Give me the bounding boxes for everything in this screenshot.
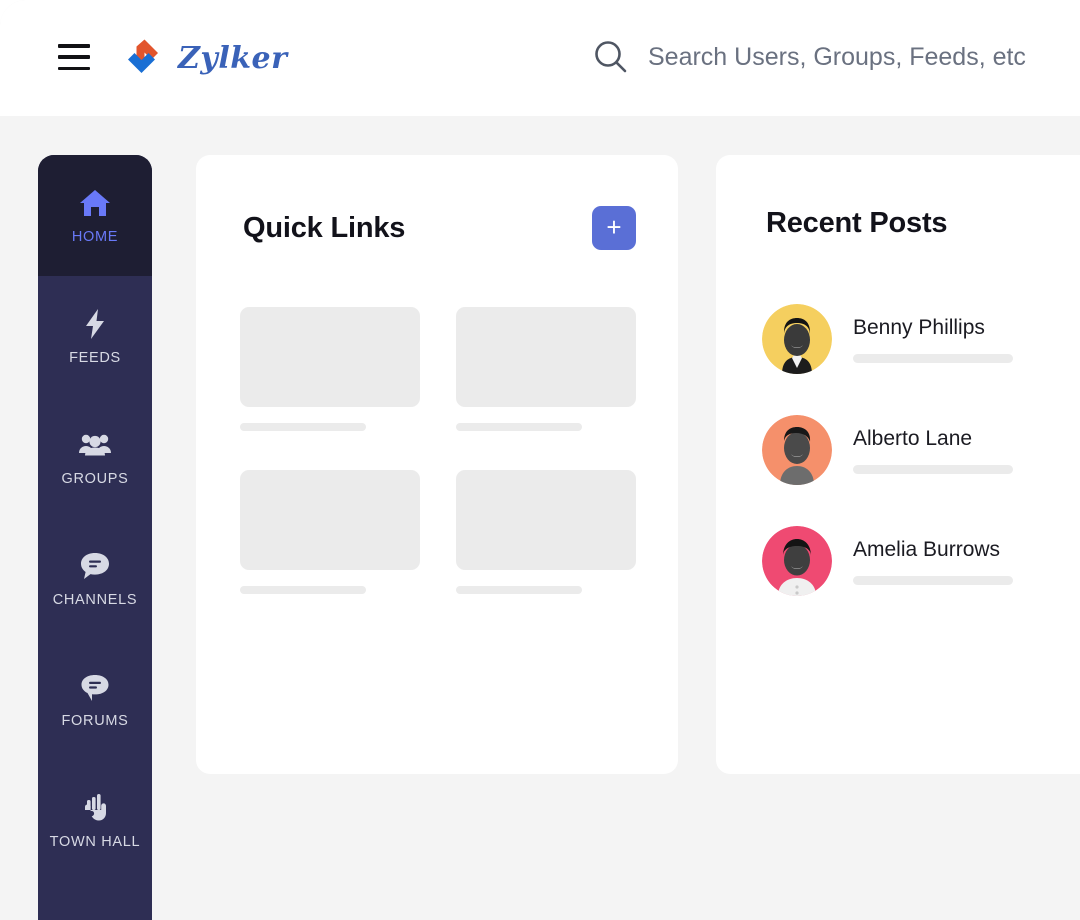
post-author-name: Alberto Lane: [853, 426, 973, 450]
post-text: Alberto Lane: [853, 427, 1013, 474]
post-body-placeholder: [853, 575, 1013, 585]
post-author-name: Amelia Burrows: [853, 537, 1001, 561]
recent-posts-title: Recent Posts: [766, 207, 948, 239]
tile-thumbnail-placeholder: [456, 470, 636, 570]
post-body-placeholder: [853, 353, 1013, 363]
quick-links-card: Quick Links +: [196, 155, 678, 774]
quick-link-tile[interactable]: [456, 307, 636, 431]
list-item[interactable]: Amelia Burrows: [762, 526, 1013, 596]
search-box[interactable]: [592, 38, 1032, 76]
brand-logo[interactable]: Zylker: [118, 34, 287, 84]
quick-link-tile[interactable]: [240, 470, 420, 594]
quick-links-grid: [240, 307, 636, 594]
avatar: [762, 304, 832, 374]
post-text: Amelia Burrows: [853, 538, 1013, 585]
quick-links-header: Quick Links +: [243, 206, 636, 250]
tile-thumbnail-placeholder: [240, 307, 420, 407]
search-input[interactable]: [648, 42, 1028, 72]
brand-name: Zylker: [178, 41, 288, 76]
hamburger-bar: [58, 55, 90, 59]
tile-caption-placeholder: [240, 423, 366, 431]
post-text: Benny Phillips: [853, 316, 1013, 363]
tile-caption-placeholder: [456, 423, 582, 431]
hamburger-bar: [58, 44, 90, 48]
list-item[interactable]: Benny Phillips: [762, 304, 1013, 374]
list-item[interactable]: Alberto Lane: [762, 415, 1013, 485]
post-body-placeholder: [853, 464, 1013, 474]
quick-links-title: Quick Links: [243, 211, 406, 244]
quick-link-tile[interactable]: [456, 470, 636, 594]
add-quick-link-button[interactable]: +: [592, 206, 636, 250]
search-icon: [592, 38, 630, 76]
tile-caption-placeholder: [240, 586, 366, 594]
app-header: Zylker: [0, 0, 1080, 116]
hamburger-bar: [58, 66, 90, 70]
avatar: [762, 415, 832, 485]
main-content: Quick Links + Recent Posts Benny Phillip…: [0, 116, 1080, 920]
app-window: Zylker HOME: [0, 0, 1080, 920]
recent-posts-card: Recent Posts Benny Phillips Alberto Lane…: [716, 155, 1080, 774]
zylker-logo-mark: [118, 34, 168, 84]
post-author-name: Benny Phillips: [853, 315, 985, 339]
hamburger-menu-icon[interactable]: [58, 44, 90, 70]
avatar: [762, 526, 832, 596]
quick-link-tile[interactable]: [240, 307, 420, 431]
tile-caption-placeholder: [456, 586, 582, 594]
recent-posts-list: Benny Phillips Alberto Lane Amelia Burro…: [762, 304, 1013, 596]
tile-thumbnail-placeholder: [456, 307, 636, 407]
plus-icon: +: [606, 211, 622, 242]
tile-thumbnail-placeholder: [240, 470, 420, 570]
